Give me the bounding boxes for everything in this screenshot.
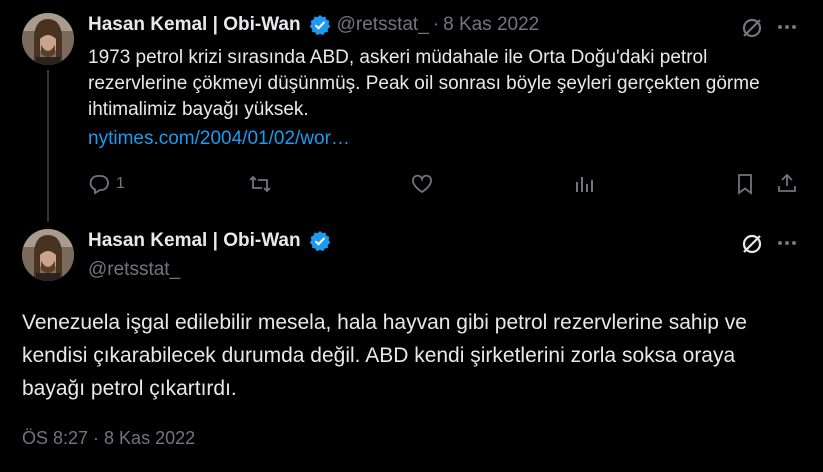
- avatar[interactable]: [22, 13, 74, 65]
- bookmark-icon: [738, 174, 752, 195]
- avatar-image: [22, 13, 74, 65]
- thread-line: [47, 70, 49, 222]
- tweet2-header: Hasan Kemal | Obi-Wan: [88, 230, 331, 252]
- share-button[interactable]: [776, 172, 798, 194]
- verified-badge-icon: [309, 230, 331, 252]
- author-handle[interactable]: @retsstat_: [88, 259, 180, 281]
- author-name[interactable]: Hasan Kemal | Obi-Wan: [88, 230, 301, 252]
- tweet1-header: Hasan Kemal | Obi-Wan @retsstat_ · 8 Kas…: [88, 14, 539, 36]
- more-icon[interactable]: [776, 16, 798, 38]
- tweet2-text: Venezuela işgal edilebilir mesela, hala …: [22, 311, 747, 400]
- tweet-date[interactable]: 8 Kas 2022: [443, 14, 539, 36]
- tweet1-text: 1973 petrol krizi sırasında ABD, askeri …: [88, 47, 760, 120]
- retweet-icon: [249, 175, 271, 193]
- like-button[interactable]: [411, 173, 433, 195]
- like-icon: [412, 174, 432, 194]
- reply-icon: [89, 175, 109, 195]
- views-button[interactable]: [573, 173, 595, 195]
- avatar[interactable]: [22, 229, 74, 281]
- verified-badge-icon: [309, 14, 331, 36]
- separator: ·: [432, 14, 440, 35]
- views-icon: [576, 177, 593, 192]
- reply-count: 1: [116, 175, 125, 192]
- author-name[interactable]: Hasan Kemal | Obi-Wan: [88, 14, 301, 36]
- grok-icon[interactable]: [740, 232, 764, 256]
- more-icon[interactable]: [776, 232, 798, 254]
- reply-button[interactable]: 1: [88, 173, 125, 195]
- tweet1-link[interactable]: nytimes.com/2004/01/02/wor…: [88, 128, 350, 150]
- bookmark-button[interactable]: [735, 173, 755, 195]
- tweet2-timestamp[interactable]: ÖS 8:27 · 8 Kas 2022: [22, 428, 195, 449]
- grok-icon[interactable]: [740, 16, 764, 40]
- author-handle[interactable]: @retsstat_: [337, 14, 429, 36]
- retweet-button[interactable]: [248, 173, 272, 195]
- avatar-image: [22, 229, 74, 281]
- share-icon: [778, 173, 796, 192]
